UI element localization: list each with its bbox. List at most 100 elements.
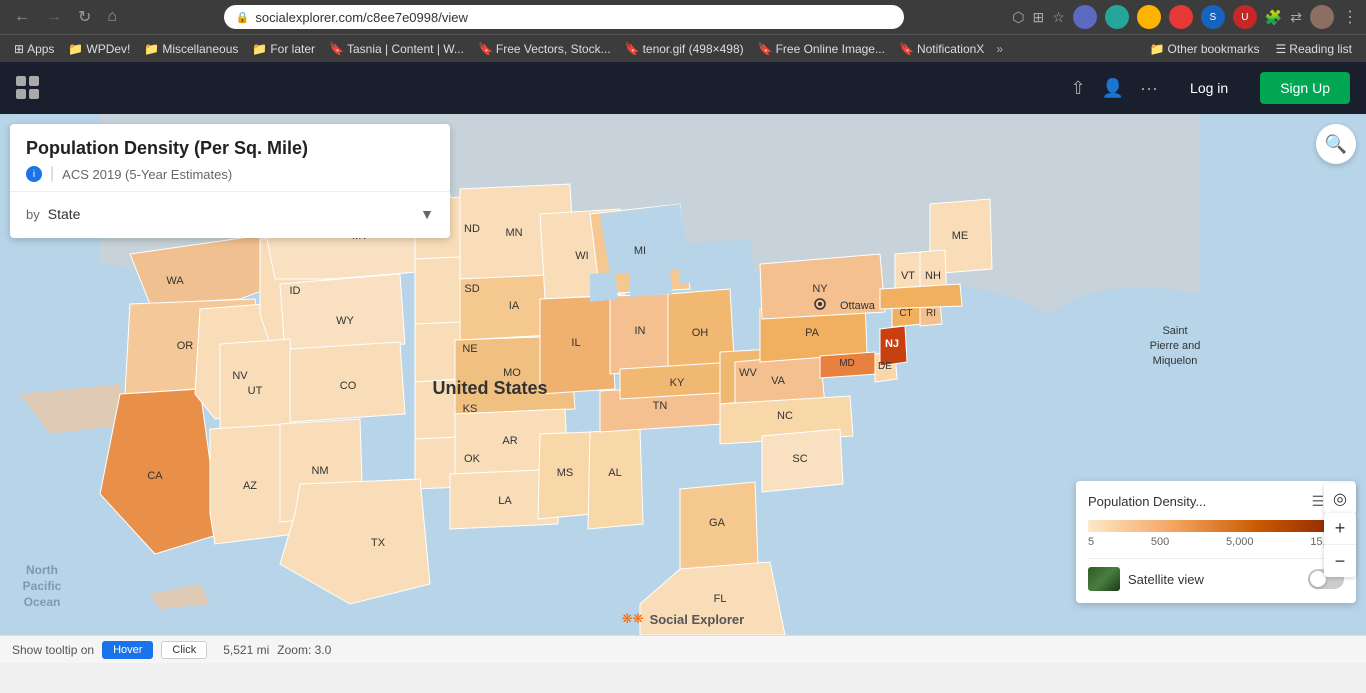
svg-text:NV: NV bbox=[232, 370, 248, 382]
svg-text:AZ: AZ bbox=[243, 480, 257, 492]
bookmark-free-online[interactable]: 🔖 Free Online Image... bbox=[752, 40, 891, 58]
legend-label-2: 500 bbox=[1151, 536, 1169, 548]
svg-text:TX: TX bbox=[371, 537, 386, 549]
cast-button[interactable]: ⬡ bbox=[1012, 9, 1024, 26]
bookmark-icon-3: 🔖 bbox=[625, 42, 640, 56]
svg-text:ID: ID bbox=[290, 285, 301, 297]
bookmark-for-later[interactable]: 📁 For later bbox=[246, 40, 321, 58]
avatar-1[interactable] bbox=[1073, 5, 1097, 29]
svg-text:Ocean: Ocean bbox=[24, 595, 61, 609]
watermark: ❋❋ Social Explorer bbox=[622, 611, 744, 627]
svg-text:WI: WI bbox=[575, 250, 588, 262]
legend-table-view-button[interactable]: ☰ bbox=[1312, 493, 1325, 510]
svg-text:NC: NC bbox=[777, 410, 793, 422]
svg-text:Miquelon: Miquelon bbox=[1153, 355, 1198, 367]
svg-text:KY: KY bbox=[670, 377, 685, 389]
recenter-button[interactable]: ◎ bbox=[1324, 483, 1356, 515]
home-button[interactable]: ⌂ bbox=[101, 6, 123, 28]
bookmark-icon-5: 🔖 bbox=[899, 42, 914, 56]
info-icon[interactable]: i bbox=[26, 166, 42, 182]
reload-button[interactable]: ↻ bbox=[72, 5, 97, 29]
bookmark-tasnia[interactable]: 🔖 Tasnia | Content | W... bbox=[323, 40, 470, 58]
satellite-left: Satellite view bbox=[1088, 567, 1204, 591]
back-button[interactable]: ← bbox=[8, 6, 36, 28]
svg-text:LA: LA bbox=[498, 495, 512, 507]
chrome-menu-button[interactable]: ⋮ bbox=[1342, 7, 1358, 27]
share-button[interactable]: ⇧ bbox=[1071, 78, 1086, 99]
url-text: socialexplorer.com/c8ee7e0998/view bbox=[255, 10, 467, 25]
zoom-in-button[interactable]: + bbox=[1324, 513, 1356, 545]
divider-bar: | bbox=[50, 165, 54, 183]
search-button[interactable]: 🔍 bbox=[1316, 124, 1356, 164]
svg-text:OH: OH bbox=[692, 327, 709, 339]
svg-text:OR: OR bbox=[177, 340, 194, 352]
map-container: United States WA OR CA NV ID MT WY UT AZ… bbox=[0, 114, 1366, 635]
legend-min-label: 5 bbox=[1088, 536, 1094, 548]
bookmark-button[interactable]: ☆ bbox=[1052, 9, 1065, 26]
svg-text:SD: SD bbox=[464, 283, 479, 295]
filter-by-label: by bbox=[26, 207, 40, 222]
login-button[interactable]: Log in bbox=[1174, 72, 1244, 104]
bookmarks-bar: ⊞ Apps 📁 WPDev! 📁 Miscellaneous 📁 For la… bbox=[0, 34, 1366, 62]
click-button[interactable]: Click bbox=[161, 641, 207, 659]
bookmark-tenor[interactable]: 🔖 tenor.gif (498×498) bbox=[619, 40, 750, 58]
tab-search-button[interactable]: ⊞ bbox=[1033, 9, 1045, 26]
svg-text:MI: MI bbox=[634, 245, 646, 257]
logo-button[interactable] bbox=[16, 76, 40, 100]
folder-icon-2: 📁 bbox=[144, 42, 159, 56]
legend-label-3: 5,000 bbox=[1226, 536, 1254, 548]
bookmark-notification-x[interactable]: 🔖 NotificationX bbox=[893, 40, 990, 58]
bookmark-free-vectors[interactable]: 🔖 Free Vectors, Stock... bbox=[472, 40, 617, 58]
satellite-thumbnail bbox=[1088, 567, 1120, 591]
svg-text:IN: IN bbox=[635, 325, 646, 337]
hover-button[interactable]: Hover bbox=[102, 641, 153, 659]
svg-text:NY: NY bbox=[812, 283, 828, 295]
more-options-button[interactable]: ··· bbox=[1140, 78, 1158, 99]
legend-gradient-bar bbox=[1088, 520, 1344, 532]
svg-text:IA: IA bbox=[509, 300, 520, 312]
avatar-3[interactable] bbox=[1137, 5, 1161, 29]
other-bookmarks[interactable]: 📁 Other bookmarks bbox=[1144, 40, 1266, 58]
svg-text:NE: NE bbox=[462, 343, 477, 355]
forward-button[interactable]: → bbox=[40, 6, 68, 28]
profile-avatar[interactable] bbox=[1310, 5, 1334, 29]
status-zoom: Zoom: 3.0 bbox=[277, 643, 331, 657]
bookmark-icon-4: 🔖 bbox=[758, 42, 773, 56]
svg-text:Ottawa: Ottawa bbox=[840, 300, 876, 312]
info-panel: Population Density (Per Sq. Mile) i | AC… bbox=[10, 124, 450, 238]
avatar-5[interactable]: S bbox=[1201, 5, 1225, 29]
svg-text:WY: WY bbox=[336, 315, 354, 327]
svg-text:CA: CA bbox=[147, 470, 163, 482]
zoom-out-button[interactable]: − bbox=[1324, 545, 1356, 577]
avatar-4[interactable] bbox=[1169, 5, 1193, 29]
reading-list[interactable]: ☰ Reading list bbox=[1270, 40, 1358, 58]
signup-button[interactable]: Sign Up bbox=[1260, 72, 1350, 104]
svg-text:Saint: Saint bbox=[1162, 325, 1187, 337]
watermark-text: Social Explorer bbox=[650, 612, 745, 627]
avatar-2[interactable] bbox=[1105, 5, 1129, 29]
embed-button[interactable]: 👤 bbox=[1102, 78, 1124, 99]
svg-text:IL: IL bbox=[571, 337, 580, 349]
svg-text:Pierre and: Pierre and bbox=[1150, 340, 1201, 352]
bookmarks-more-button[interactable]: » bbox=[992, 40, 1007, 58]
browser-chrome: ← → ↻ ⌂ 🔒 socialexplorer.com/c8ee7e0998/… bbox=[0, 0, 1366, 34]
search-icon: 🔍 bbox=[1325, 134, 1347, 155]
svg-text:CO: CO bbox=[340, 380, 357, 392]
sync-button[interactable]: ⇄ bbox=[1290, 9, 1302, 26]
svg-text:ND: ND bbox=[464, 223, 480, 235]
svg-text:GA: GA bbox=[709, 517, 726, 529]
svg-text:RI: RI bbox=[926, 308, 936, 319]
avatar-6[interactable]: U bbox=[1233, 5, 1257, 29]
folder-icon-3: 📁 bbox=[252, 42, 267, 56]
extensions-button[interactable]: 🧩 bbox=[1265, 9, 1282, 26]
svg-text:MD: MD bbox=[839, 358, 855, 369]
bookmark-wpdev[interactable]: 📁 WPDev! bbox=[62, 40, 136, 58]
bookmark-apps[interactable]: ⊞ Apps bbox=[8, 40, 60, 58]
state-filter-select[interactable]: State ▼ bbox=[48, 202, 434, 226]
legend-title: Population Density... bbox=[1088, 494, 1206, 509]
filter-value: State bbox=[48, 206, 81, 222]
recenter-icon: ◎ bbox=[1333, 489, 1347, 509]
address-bar[interactable]: 🔒 socialexplorer.com/c8ee7e0998/view bbox=[224, 5, 904, 29]
svg-text:AL: AL bbox=[608, 467, 621, 479]
bookmark-misc[interactable]: 📁 Miscellaneous bbox=[138, 40, 244, 58]
